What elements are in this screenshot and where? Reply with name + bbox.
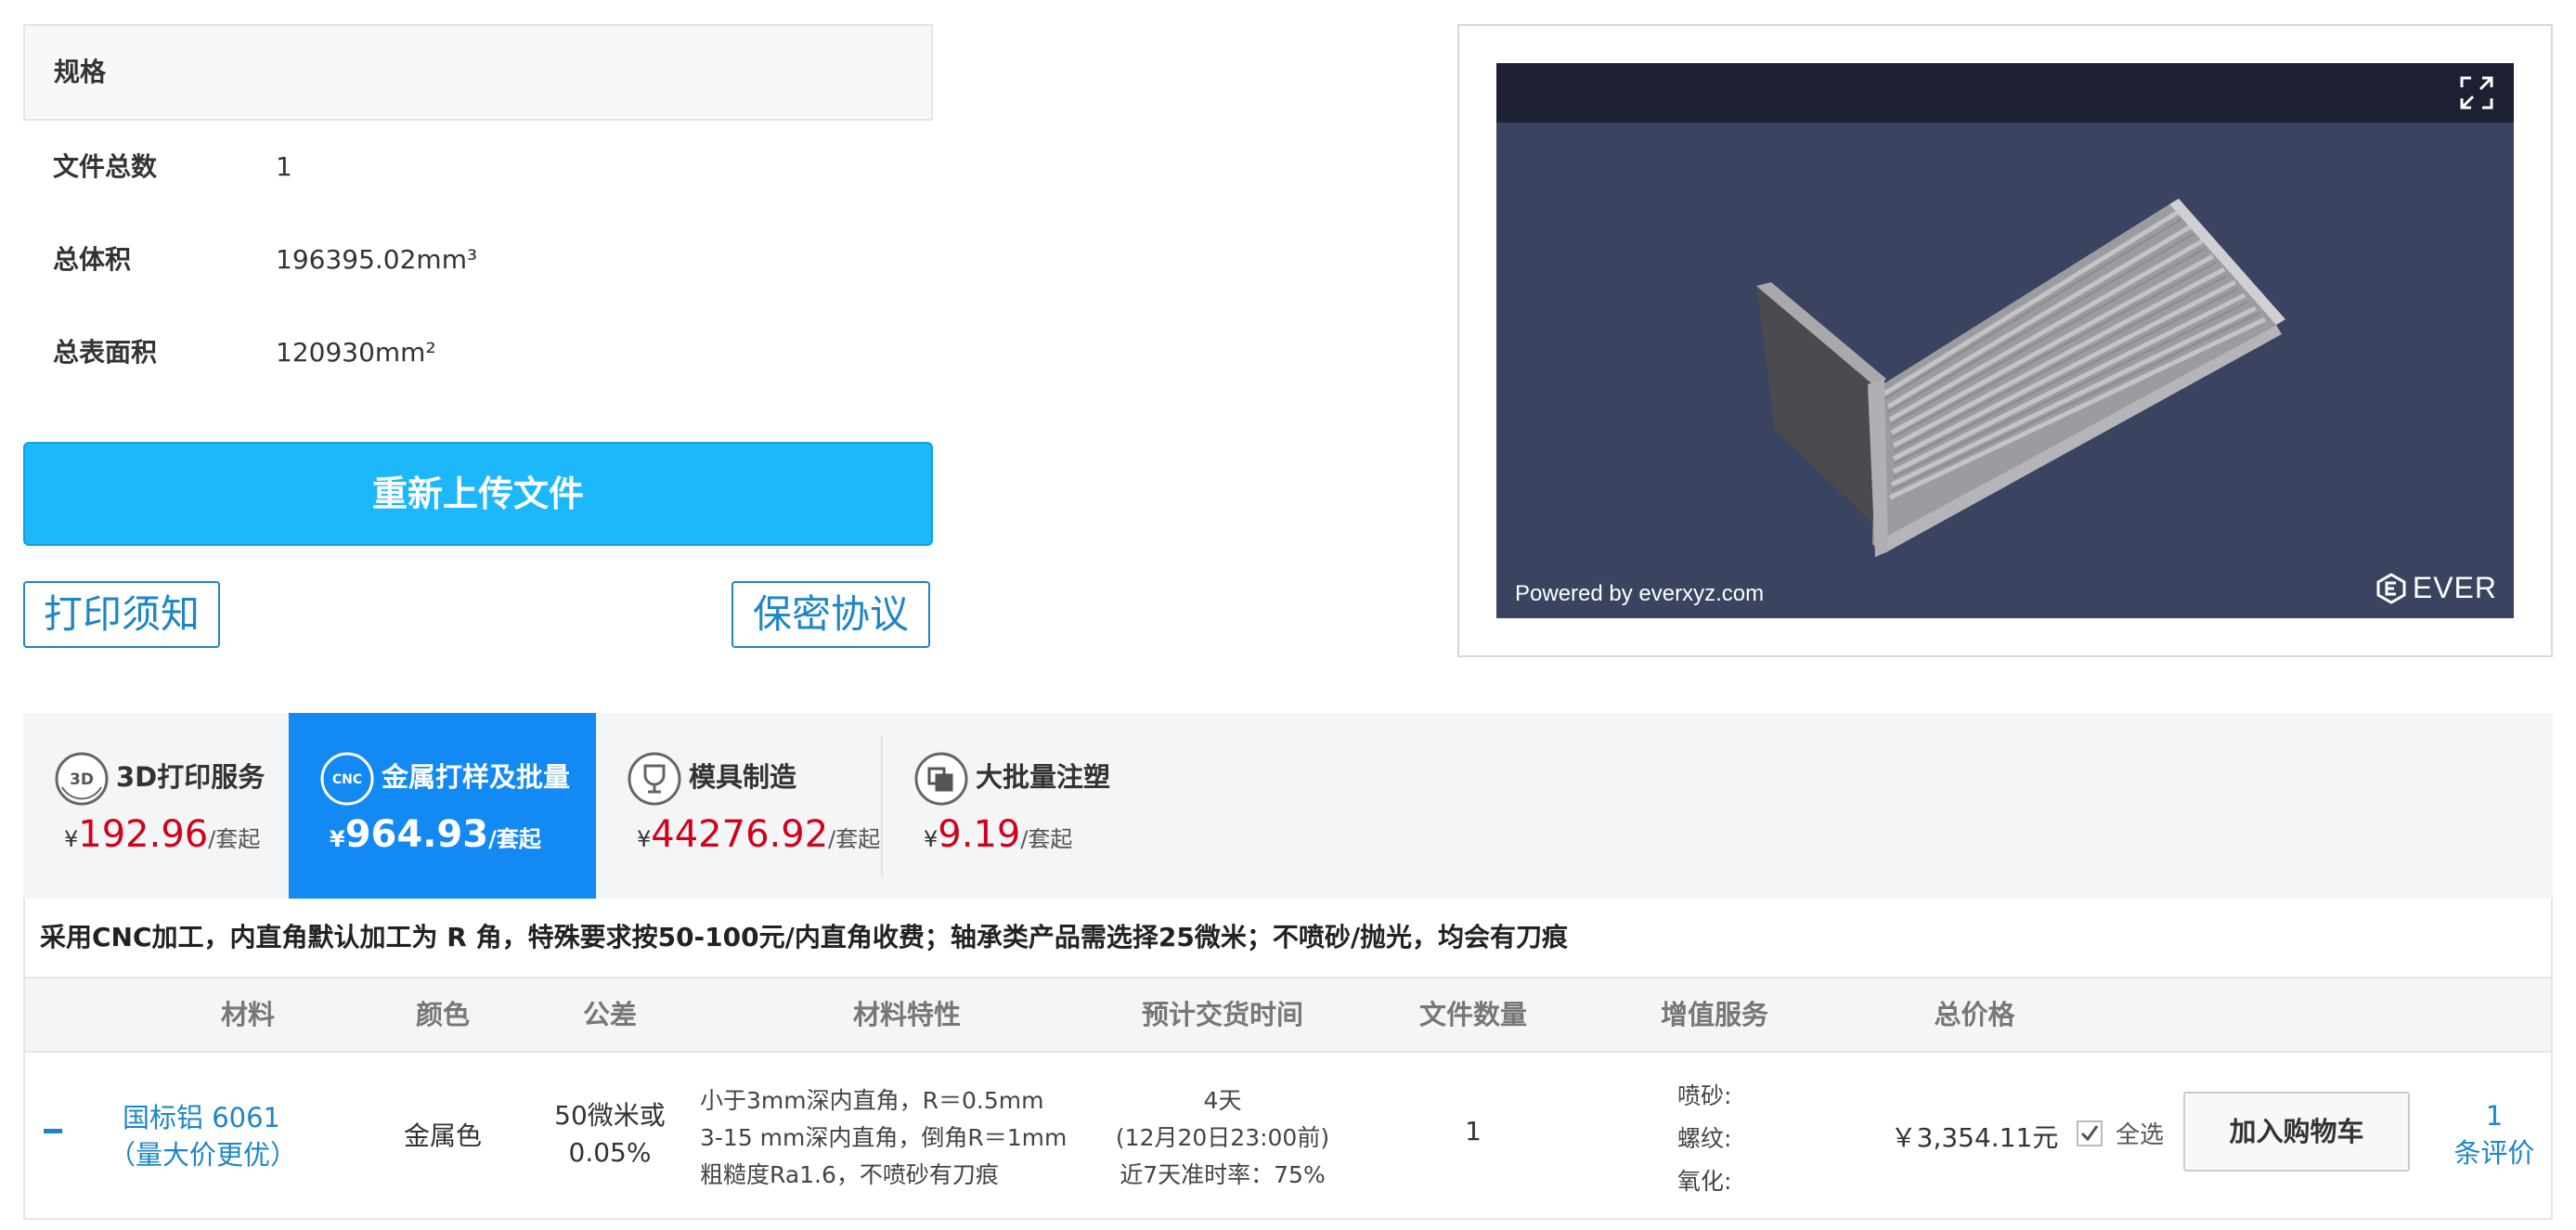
tab-metal-cnc[interactable]: CNC 金属打样及批量 ¥964.93/套起 (289, 713, 596, 899)
file-count-value: 1 (1465, 1116, 1482, 1146)
tab-injection-molding[interactable]: 大批量注塑 ¥9.19/套起 (883, 713, 1161, 899)
tolerance-line: 0.05% (568, 1137, 652, 1168)
add-to-cart-button[interactable]: 加入购物车 (2183, 1092, 2410, 1172)
tab-3d-printing[interactable]: 3D 3D打印服务 ¥192.96/套起 (23, 713, 289, 899)
tab-name: 金属打样及批量 (382, 761, 571, 793)
col-color: 颜色 (415, 999, 470, 1030)
mold-trophy-icon (628, 752, 681, 806)
vas-sandblast[interactable]: 喷砂: (1677, 1075, 1731, 1118)
injection-molding-icon (914, 752, 968, 806)
value-added-services: 喷砂: 螺纹: 氧化: (1677, 1075, 1731, 1203)
spec-title: 规格 (23, 24, 933, 121)
nda-button[interactable]: 保密协议 (731, 581, 930, 648)
tab-price: ¥964.93/套起 (330, 813, 541, 856)
svg-text:3D: 3D (70, 770, 94, 789)
property-line: 粗糙度Ra1.6，不喷砂有刀痕 (700, 1161, 999, 1188)
col-value-added-services: 增值服务 (1660, 999, 1768, 1030)
tab-price: ¥9.19/套起 (924, 813, 1073, 856)
reviews-link[interactable]: 1 条评价 (2439, 1097, 2550, 1172)
print-notice-button[interactable]: 打印须知 (23, 581, 220, 648)
tab-price: ¥192.96/套起 (64, 813, 261, 856)
ever-logo: EVER (2375, 571, 2497, 605)
svg-text:CNC: CNC (332, 772, 362, 787)
spec-label: 总体积 (53, 244, 132, 275)
quote-table-header: 材料 颜色 公差 材料特性 预计交货时间 文件数量 增值服务 总价格 (23, 977, 2553, 1053)
delivery-days: 4天 (1203, 1087, 1242, 1114)
vas-anodize[interactable]: 氧化: (1677, 1160, 1731, 1203)
color-value: 金属色 (403, 1120, 482, 1151)
material-link[interactable]: 国标铝 6061（量大价更优） (109, 1099, 297, 1173)
cnc-icon: CNC (320, 752, 374, 806)
model-viewer-canvas[interactable]: Powered by everxyz.com EVER (1496, 63, 2514, 618)
select-all-label: 全选 (2116, 1121, 2165, 1149)
ever-logo-icon (2376, 572, 2406, 604)
collapse-toggle[interactable] (44, 1129, 62, 1133)
tab-mold-making[interactable]: 模具制造 ¥44276.92/套起 (596, 713, 881, 899)
powered-by-text: Powered by everxyz.com (1515, 581, 1765, 606)
spec-value: 196395.02mm³ (276, 244, 478, 275)
col-material-properties: 材料特性 (852, 999, 961, 1030)
reviews-count: 1 (2485, 1100, 2504, 1132)
col-tolerance: 公差 (582, 999, 637, 1030)
checkmark-icon[interactable] (2077, 1120, 2103, 1146)
delivery-info: 4天 (12月20日23:00前) 近7天准时率：75% (1093, 1082, 1353, 1194)
tab-name: 模具制造 (689, 761, 797, 793)
service-tabs: 3D 3D打印服务 ¥192.96/套起 CNC 金属打样及批量 ¥964.93… (23, 713, 2553, 899)
material-properties: 小于3mm深内直角，R＝0.5mm 3-15 mm深内直角，倒角R＝1mm 粗糙… (700, 1082, 1067, 1194)
tolerance-line: 50微米或 (554, 1100, 666, 1131)
col-file-count: 文件数量 (1418, 999, 1527, 1030)
tab-name: 3D打印服务 (116, 761, 265, 793)
table-row: 国标铝 6061（量大价更优） 金属色 50微米或 0.05% 小于3mm深内直… (23, 1053, 2553, 1220)
model-viewer-frame: Powered by everxyz.com EVER (1457, 24, 2553, 657)
col-total-price: 总价格 (1934, 999, 2015, 1030)
reviews-label: 条评价 (2453, 1137, 2535, 1169)
tab-price: ¥44276.92/套起 (637, 813, 881, 856)
spec-label: 总表面积 (53, 337, 158, 368)
3d-model-render (1756, 199, 2285, 557)
property-line: 小于3mm深内直角，R＝0.5mm (700, 1087, 1044, 1114)
delivery-deadline: (12月20日23:00前) (1115, 1124, 1330, 1151)
property-line: 3-15 mm深内直角，倒角R＝1mm (700, 1124, 1068, 1151)
spec-label: 文件总数 (53, 151, 158, 182)
3d-print-icon: 3D (55, 752, 109, 806)
spec-value: 1 (276, 151, 292, 182)
on-time-rate: 近7天准时率：75% (1120, 1161, 1326, 1188)
cnc-notice: 采用CNC加工，内直角默认加工为 R 角，特殊要求按50-100元/内直角收费；… (23, 899, 2553, 977)
spec-value: 120930mm² (276, 337, 436, 368)
ever-logo-text: EVER (2412, 571, 2497, 604)
vas-thread[interactable]: 螺纹: (1677, 1118, 1731, 1160)
col-delivery-time: 预计交货时间 (1141, 999, 1303, 1030)
col-material: 材料 (220, 999, 275, 1030)
total-price-value: ￥3,354.11元 (1890, 1122, 2059, 1153)
select-all-checkbox[interactable]: 全选 (2077, 1116, 2164, 1150)
tolerance-value: 50微米或 0.05% (545, 1097, 675, 1172)
tab-name: 大批量注塑 (976, 761, 1111, 793)
reupload-file-button[interactable]: 重新上传文件 (23, 442, 933, 546)
